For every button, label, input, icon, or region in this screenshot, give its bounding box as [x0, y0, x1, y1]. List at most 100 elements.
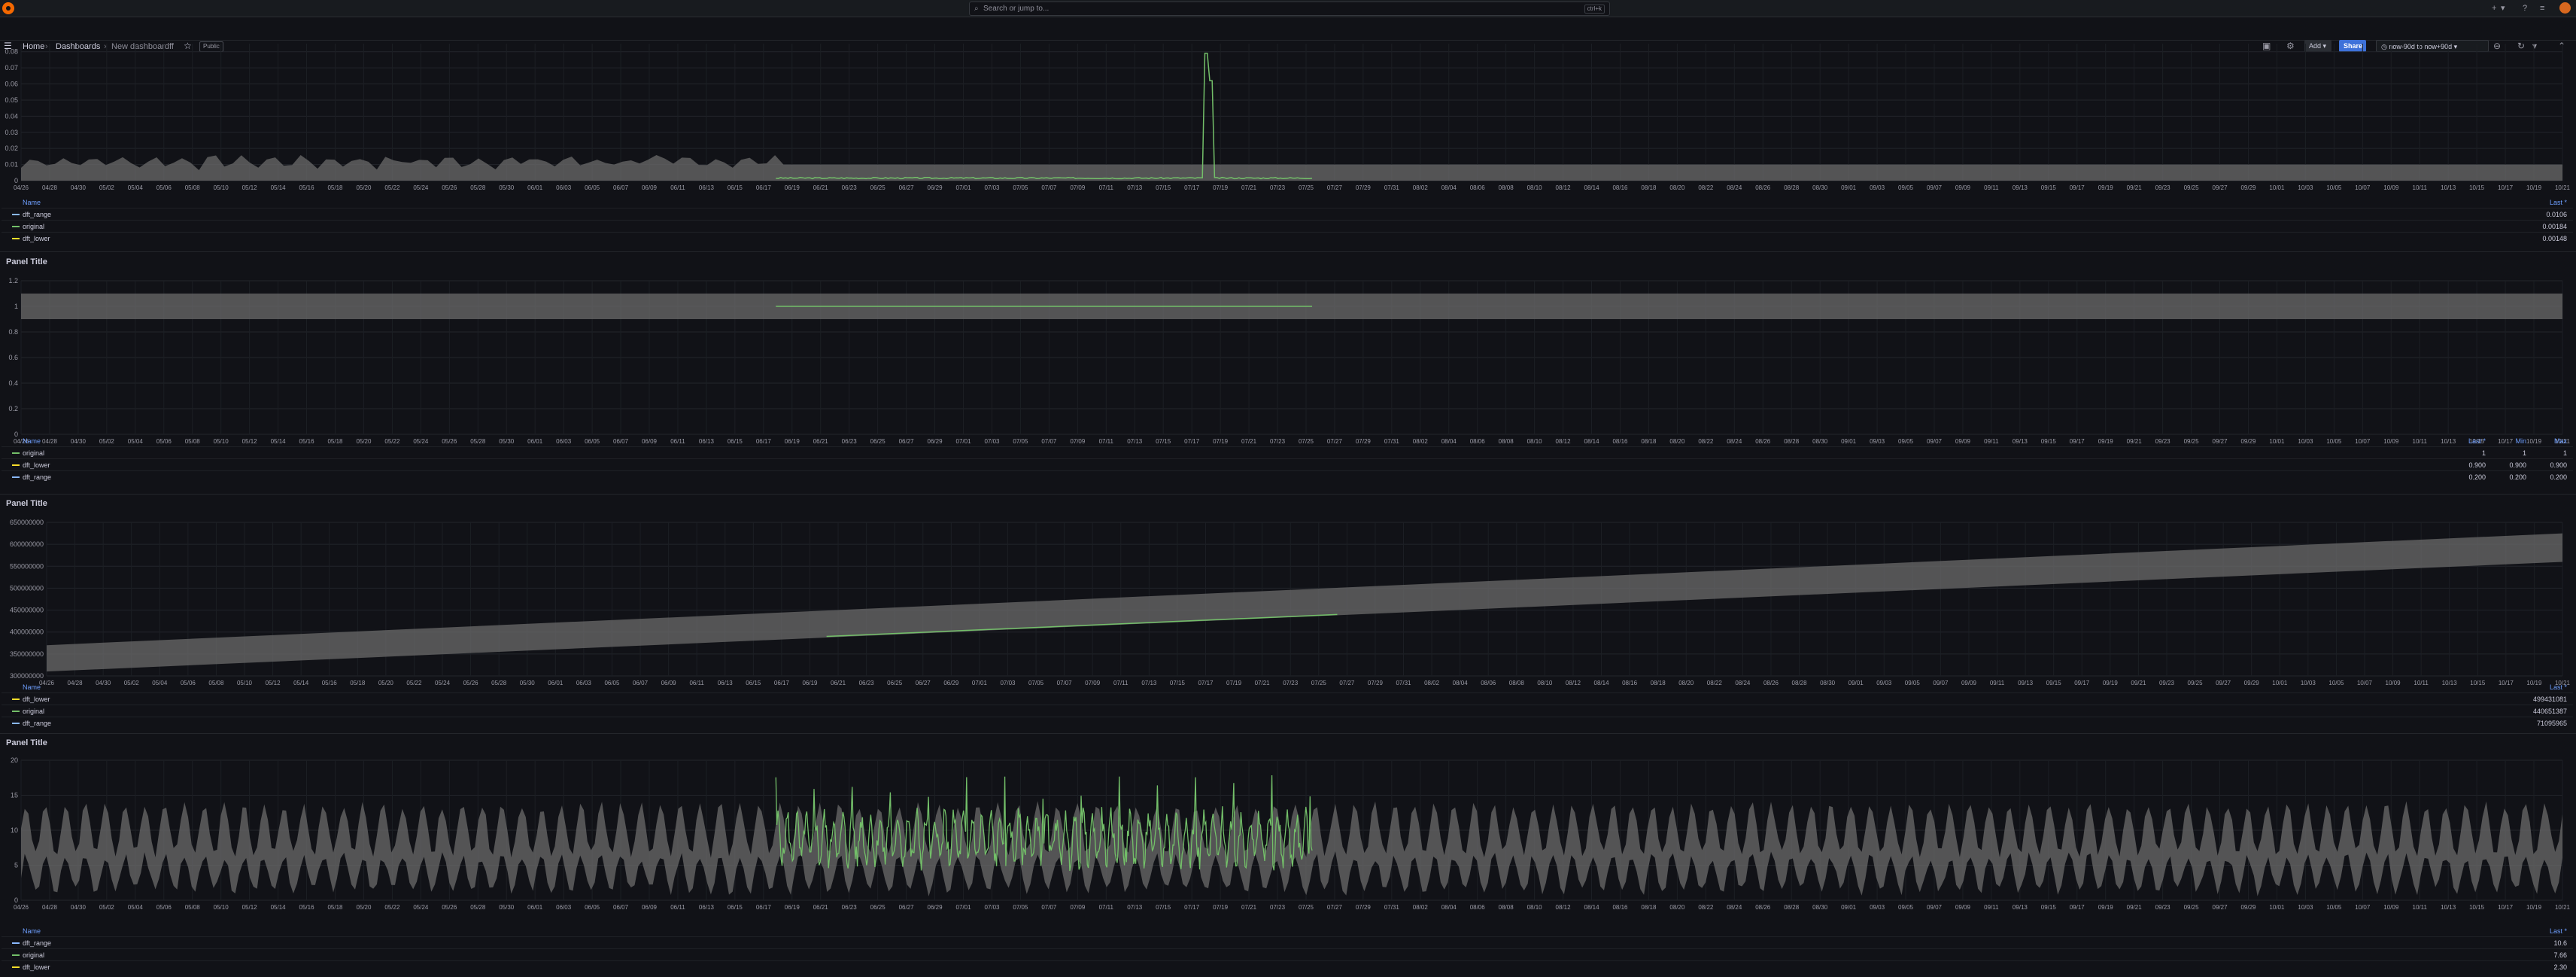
legend-header-name[interactable]: Name [23, 682, 41, 692]
x-tick-label: 09/03 [1870, 184, 1885, 191]
x-tick-label: 05/20 [356, 904, 372, 911]
y-tick-label: 10 [11, 826, 18, 834]
x-tick-label: 09/25 [2184, 904, 2200, 911]
y-tick-label: 0 [14, 177, 18, 184]
search-icon: ⌕ [974, 5, 979, 13]
x-tick-label: 05/30 [499, 184, 515, 191]
x-tick-label: 05/06 [156, 184, 172, 191]
legend-header-column[interactable]: Last * [2507, 197, 2567, 208]
series-name[interactable]: dft_lower [23, 961, 50, 973]
series-name[interactable]: dft_range [23, 937, 51, 949]
series-value: 0.0106 [2546, 211, 2567, 218]
series-name[interactable]: dft_lower [23, 233, 50, 245]
panel-title[interactable]: Panel Title [6, 738, 47, 748]
x-tick-label: 06/17 [756, 184, 772, 191]
user-avatar[interactable] [2559, 2, 2571, 14]
x-tick-label: 06/13 [699, 184, 715, 191]
time-series-plot[interactable]: 650000000 600000000 550000000 500000000 4500… [2, 515, 2573, 695]
series-name[interactable]: original [23, 221, 44, 233]
series-color-swatch[interactable] [12, 214, 20, 215]
x-tick-label: 05/30 [499, 904, 515, 911]
grafana-logo-icon[interactable] [2, 2, 14, 14]
legend-header-column[interactable]: Max [2507, 436, 2567, 446]
x-tick-label: 08/26 [1755, 904, 1771, 911]
legend-row[interactable]: dft_range 0.0106 [2, 208, 2573, 221]
legend-row[interactable]: dft_range 71095965 [2, 717, 2573, 729]
series-value: 10.6 [2553, 939, 2567, 947]
y-tick-label: 500000000 [10, 584, 44, 592]
legend-row[interactable]: dft_range 0.200 0.200 0.200 [2, 470, 2573, 483]
x-tick-label: 06/11 [670, 184, 685, 191]
x-tick-label: 07/13 [1127, 904, 1143, 911]
legend-row[interactable]: dft_range 10.6 [2, 936, 2573, 949]
x-tick-label: 08/28 [1784, 904, 1800, 911]
dashboard-nav-bar: ☰ Home › Dashboards › New dashboardff ☆ … [0, 17, 2576, 52]
x-tick-label: 04/30 [71, 904, 87, 911]
legend-row[interactable]: dft_lower 2.30 [2, 960, 2573, 973]
panel-title[interactable]: Panel Title [6, 257, 47, 267]
legend-header-column[interactable]: Last * [2507, 682, 2567, 692]
series-color-swatch[interactable] [12, 954, 20, 956]
plus-icon[interactable]: + [2492, 2, 2496, 14]
series-color-swatch[interactable] [12, 942, 20, 944]
x-tick-label: 07/07 [1041, 904, 1057, 911]
series-name[interactable]: original [23, 949, 44, 961]
x-tick-label: 08/24 [1727, 904, 1742, 911]
y-tick-label: 650000000 [10, 519, 44, 526]
panel-1: 0.08 0.07 0.06 0.05 0.04 0.03 0.02 0.01 0 04/26 04… [2, 41, 2573, 249]
time-series-plot[interactable]: 0.08 0.07 0.06 0.05 0.04 0.03 0.02 0.01 004/26 04… [2, 41, 2573, 199]
search-placeholder: Search or jump to... [983, 5, 1050, 13]
time-series-plot[interactable]: 20 15 10 5 004/26 04/28 04/30 05/02 05/04 05/06 05… [2, 754, 2573, 927]
series-color-swatch[interactable] [12, 464, 20, 466]
chevron-down-icon[interactable]: ▾ [2501, 2, 2505, 14]
legend-row[interactable]: original 1 1 1 [2, 446, 2573, 459]
series-color-swatch[interactable] [12, 711, 20, 712]
legend-row[interactable]: original 7.66 [2, 948, 2573, 961]
series-name[interactable]: dft_range [23, 471, 51, 483]
x-tick-label: 10/11 [2413, 904, 2428, 911]
series-name[interactable]: dft_lower [23, 693, 50, 705]
series-name[interactable]: dft_range [23, 208, 51, 221]
x-tick-label: 06/07 [613, 184, 629, 191]
x-tick-label: 08/14 [1584, 904, 1600, 911]
x-tick-label: 07/15 [1156, 184, 1171, 191]
legend-row[interactable]: original 440651387 [2, 705, 2573, 717]
help-icon[interactable]: ? [2523, 2, 2527, 14]
series-name[interactable]: dft_lower [23, 459, 50, 471]
series-color-swatch[interactable] [12, 238, 20, 239]
legend-header-name[interactable]: Name [23, 926, 41, 936]
panel-title[interactable]: Panel Title [6, 498, 47, 509]
series-value: 0.200 [2550, 473, 2567, 481]
series-name[interactable]: original [23, 447, 44, 459]
legend-header-column[interactable]: Last * [2507, 926, 2567, 936]
series-color-swatch[interactable] [12, 723, 20, 724]
series-color-swatch[interactable] [12, 452, 20, 454]
series-name[interactable]: original [23, 705, 44, 717]
legend-row[interactable]: dft_lower 0.00148 [2, 232, 2573, 245]
x-tick-label: 06/21 [813, 904, 829, 911]
legend-row[interactable]: dft_lower 0.900 0.900 0.900 [2, 458, 2573, 471]
legend-header-name[interactable]: Name [23, 436, 41, 446]
x-tick-label: 07/15 [1156, 904, 1171, 911]
legend-row[interactable]: original 0.00184 [2, 220, 2573, 233]
x-tick-label: 10/21 [2555, 904, 2571, 911]
series-color-swatch[interactable] [12, 699, 20, 700]
legend-row[interactable]: dft_lower 499431081 [2, 692, 2573, 705]
panel-3: Panel Title 650000000 600000000 550000000 5… [2, 498, 2573, 730]
x-tick-label: 08/26 [1755, 184, 1771, 191]
series-color-swatch[interactable] [12, 226, 20, 227]
x-tick-label: 10/11 [2413, 184, 2428, 191]
y-tick-label: 0.07 [5, 64, 18, 72]
legend-header-name[interactable]: Name [23, 197, 41, 208]
x-tick-label: 07/25 [1299, 904, 1314, 911]
news-icon[interactable]: ≡ [2540, 2, 2544, 14]
time-series-plot[interactable]: 1.210.80.60.40.2004/26 04/28 04/30 05/02 05/… [2, 273, 2573, 451]
series-color-swatch[interactable] [12, 476, 20, 478]
x-tick-label: 08/06 [1470, 904, 1486, 911]
x-tick-label: 10/19 [2526, 904, 2542, 911]
search-box[interactable]: ⌕ Search or jump to... ctrl+k [969, 2, 1610, 16]
x-tick-label: 05/28 [470, 904, 486, 911]
x-tick-label: 10/19 [2526, 184, 2542, 191]
series-color-swatch[interactable] [12, 966, 20, 968]
series-name[interactable]: dft_range [23, 717, 51, 729]
